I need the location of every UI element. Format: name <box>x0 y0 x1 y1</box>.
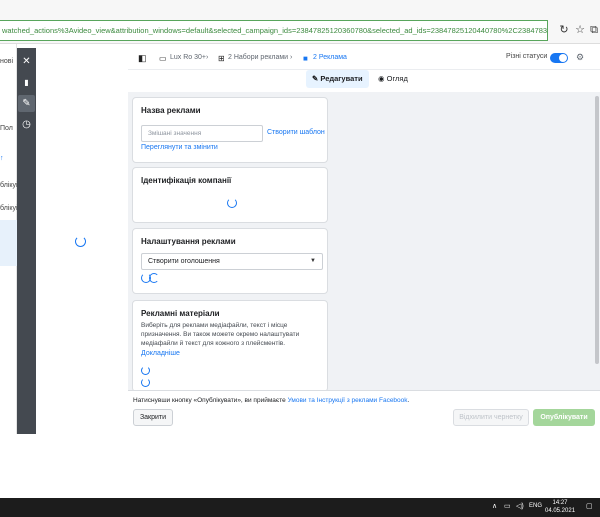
grid-icon: ⊞ <box>218 54 225 63</box>
breadcrumb-campaign[interactable]: Lux Ro 30+ <box>170 54 206 61</box>
ad-name-card: Назва реклами Змішані значення Створити … <box>132 97 328 163</box>
statuses-label: Різні статуси <box>506 53 548 60</box>
tab-edit[interactable]: ✎ Редагувати <box>306 70 369 88</box>
creative-description: Виберіть для реклами медіафайли, текст і… <box>141 322 300 347</box>
reload-icon[interactable]: ↻ <box>556 21 572 39</box>
clock-time: 14:27 <box>552 500 568 506</box>
publish-notice: Натиснувши кнопку «Опублікувати», ви при… <box>133 397 409 404</box>
publish-button[interactable]: Опублікувати <box>533 409 595 426</box>
volume-icon[interactable]: ◁) <box>516 502 524 510</box>
loading-area <box>36 48 128 434</box>
background-page: нові Пол ↑ блікуй блікуй <box>0 44 20 434</box>
browser-toolbar: watched_actions%3Avideo_view&attribution… <box>0 0 600 44</box>
collections-icon[interactable]: ⧉ <box>586 21 600 39</box>
breadcrumb-ads[interactable]: 2 Реклама <box>313 54 347 61</box>
editor-content: Назва реклами Змішані значення Створити … <box>128 92 600 392</box>
empty-area <box>0 434 600 498</box>
breadcrumb-separator: › <box>206 54 209 61</box>
editor-header: ◧ ▭ Lux Ro 30+ › ⊞ 2 Набори реклами › ■ … <box>128 48 600 70</box>
close-icon[interactable]: ✕ <box>18 53 35 70</box>
clock-date: 04.05.2021 <box>545 508 576 514</box>
eye-icon: ◉ <box>378 74 387 83</box>
square-icon: ■ <box>303 54 308 63</box>
pencil-icon[interactable]: ✎ <box>18 95 35 112</box>
loading-spinner <box>75 236 86 247</box>
creative-materials-card: Рекламні матеріали Виберіть для реклами … <box>132 300 328 392</box>
ad-editor-panel: ◧ ▭ Lux Ro 30+ › ⊞ 2 Набори реклами › ■ … <box>128 48 600 434</box>
editor-side-toolbar: ✕ ▮ ✎ ◷ <box>17 48 36 434</box>
card-title: Рекламні матеріали <box>141 309 220 318</box>
select-value: Створити оголошення <box>148 258 220 265</box>
editor-footer: Натиснувши кнопку «Опублікувати», ви при… <box>128 390 600 434</box>
create-template-link[interactable]: Створити шаблон <box>267 129 325 136</box>
bg-label: ↑ <box>0 155 4 162</box>
card-title: Налаштування реклами <box>141 237 236 246</box>
notice-suffix: . <box>407 397 410 404</box>
breadcrumb-adsets[interactable]: 2 Набори реклами <box>228 54 288 61</box>
network-icon[interactable]: ▭ <box>504 502 511 510</box>
chevron-down-icon: ▼ <box>310 258 316 264</box>
tab-view-label: Огляд <box>386 74 408 83</box>
chart-icon[interactable]: ▮ <box>18 74 35 91</box>
scrollbar-thumb[interactable] <box>595 96 599 364</box>
terms-link[interactable]: Умови та Інструкції з реклами Facebook <box>288 397 408 404</box>
folder-icon: ▭ <box>159 54 167 63</box>
panel-toggle-icon[interactable]: ◧ <box>138 53 147 64</box>
tab-edit-label: Редагувати <box>320 74 363 83</box>
bg-label: нові <box>0 58 14 65</box>
card-title: Назва реклами <box>141 106 201 115</box>
tab-view[interactable]: ◉ Огляд <box>372 70 414 88</box>
clock[interactable]: 14:27 04.05.2021 <box>545 499 575 515</box>
view-and-change-link[interactable]: Переглянути та змінити <box>141 144 218 151</box>
language-indicator[interactable]: ENG <box>529 503 542 509</box>
clock-icon[interactable]: ◷ <box>18 116 35 133</box>
ad-setup-select[interactable]: Створити оголошення ▼ <box>141 253 323 270</box>
close-button[interactable]: Закрити <box>133 409 173 426</box>
address-bar[interactable]: watched_actions%3Avideo_view&attribution… <box>0 20 548 41</box>
bg-selected-row <box>0 220 17 266</box>
ad-setup-card: Налаштування реклами Створити оголошення… <box>132 228 328 294</box>
loading-spinner <box>149 273 159 283</box>
loading-spinner <box>141 378 150 387</box>
discard-draft-button[interactable]: Відхилити чернетку <box>453 409 529 426</box>
ad-name-input[interactable]: Змішані значення <box>141 125 263 142</box>
notice-text: Натиснувши кнопку «Опублікувати», ви при… <box>133 397 286 404</box>
notifications-icon[interactable]: ▢ <box>586 502 593 510</box>
breadcrumb-separator: › <box>290 54 293 61</box>
bg-label[interactable]: Пол <box>0 125 13 132</box>
scrollbar[interactable] <box>594 92 600 390</box>
card-title: Ідентифікація компанії <box>141 176 232 185</box>
loading-spinner <box>227 198 237 208</box>
taskbar: ∧ ▭ ◁) ENG 14:27 04.05.2021 ▢ <box>0 498 600 517</box>
learn-more-link[interactable]: Докладніше <box>141 350 180 357</box>
chevron-up-icon[interactable]: ∧ <box>492 502 497 510</box>
gear-icon[interactable]: ⚙ <box>576 52 584 63</box>
loading-spinner <box>141 366 150 375</box>
company-identity-card: Ідентифікація компанії <box>132 167 328 223</box>
status-toggle[interactable] <box>550 53 568 63</box>
